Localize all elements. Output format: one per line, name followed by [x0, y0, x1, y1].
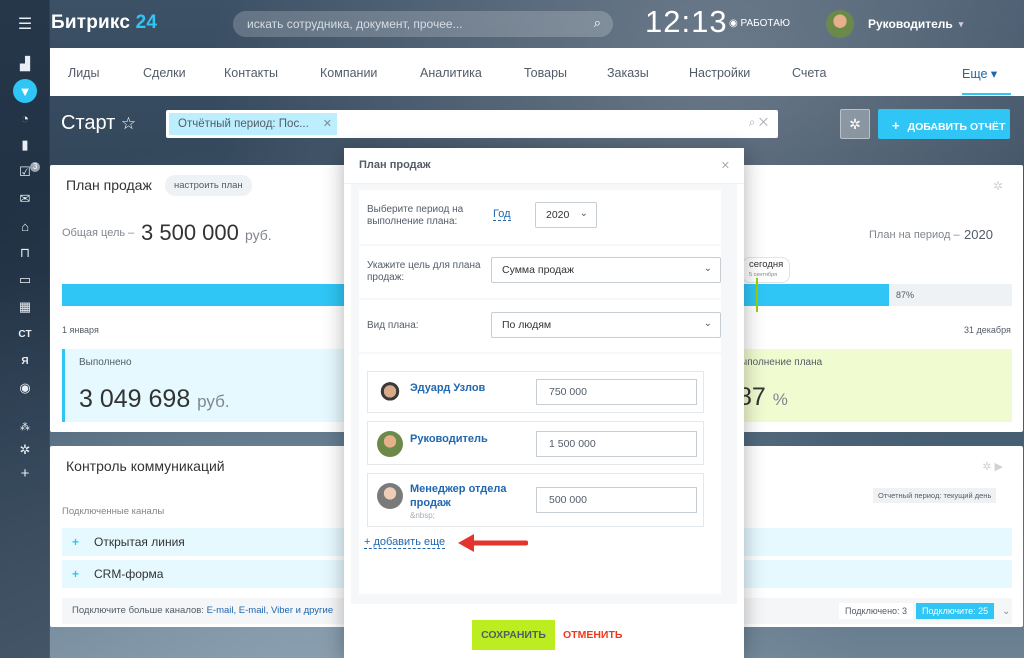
add-more-link[interactable]: + добавить еще: [364, 536, 446, 549]
store-icon[interactable]: ⌂: [13, 214, 37, 238]
employee-row: Руководитель 1 500 000: [367, 421, 704, 465]
arrow-annotation: [458, 534, 528, 552]
nav-leads[interactable]: Лиды: [68, 66, 99, 80]
calendar-icon[interactable]: ▭: [13, 268, 37, 292]
chevron-down-icon[interactable]: ⌄: [1002, 606, 1010, 617]
tasks-badge: 3: [30, 162, 41, 172]
nav-companies[interactable]: Компании: [320, 66, 377, 80]
today-marker: сегодня 5 сентября: [742, 257, 791, 283]
user-menu[interactable]: Руководитель ▾: [826, 10, 963, 38]
gear-icon: ✲: [849, 116, 861, 132]
goal-label: Общая цель –: [62, 227, 135, 239]
card-title: Контроль коммуникаций: [66, 458, 225, 474]
execution-box: ыполнение плана 87 %: [730, 349, 1012, 422]
logo[interactable]: Битрикс 24: [51, 12, 157, 34]
save-button[interactable]: СОХРАНИТЬ: [472, 620, 555, 650]
progress-percent: 87%: [896, 290, 915, 300]
top-nav: Лиды Сделки Контакты Компании Аналитика …: [50, 48, 1024, 96]
clock-icon[interactable]: ◔: [13, 106, 37, 130]
funnel-icon[interactable]: ▼: [13, 79, 37, 103]
plus-icon: +: [892, 118, 900, 133]
plan-type-section: Вид плана: По людям ⌄: [359, 300, 721, 352]
card-title: План продаж: [66, 177, 152, 193]
chevron-down-icon: ⌄: [579, 208, 588, 219]
nav-invoices[interactable]: Счета: [792, 66, 826, 80]
sitemap-icon[interactable]: ⁂: [13, 415, 37, 439]
plus-icon[interactable]: +: [13, 461, 37, 485]
robot-icon[interactable]: ▟: [13, 52, 37, 76]
cancel-button[interactable]: ОТМЕНИТЬ: [563, 629, 622, 641]
close-icon[interactable]: ✕: [323, 117, 332, 130]
footer-links[interactable]: E-mail, E-mail, Viber и другие: [207, 605, 334, 616]
goal-section: Укажите цель для плана продаж: Сумма про…: [359, 246, 721, 298]
cart-icon[interactable]: ⊓: [13, 241, 37, 265]
avatar: [377, 381, 403, 407]
amount-input[interactable]: 500 000: [536, 487, 697, 513]
sales-plan-dialog: План продаж ✕ Выберите период на выполне…: [344, 148, 744, 658]
nav-products[interactable]: Товары: [524, 66, 567, 80]
avatar: [377, 483, 403, 509]
period-section: Выберите период на выполнение плана: Год…: [359, 190, 721, 244]
nav-analytics[interactable]: Аналитика: [420, 66, 482, 80]
period-type-link[interactable]: Год: [493, 208, 511, 221]
plan-type-select[interactable]: По людям ⌄: [491, 312, 721, 338]
search-input[interactable]: искать сотрудника, документ, прочее... ⌕: [233, 11, 613, 37]
year-select[interactable]: 2020 ⌄: [535, 202, 597, 228]
employees-section: Эдуард Узлов 750 000 Руководитель 1 500 …: [359, 354, 721, 594]
chevron-down-icon: ⌄: [703, 263, 712, 274]
filter-input[interactable]: Отчётный период: Пос... ✕ ⌕ ✕: [166, 110, 778, 138]
mail-icon[interactable]: ✉: [13, 187, 37, 211]
gear-icon[interactable]: ✲ ▶: [982, 460, 1003, 473]
period-label: План на период –: [869, 229, 960, 241]
period-value: 2020: [964, 227, 993, 242]
page-title: Старт ☆: [61, 112, 137, 134]
ct-icon[interactable]: CT: [13, 322, 37, 346]
star-icon[interactable]: ☆: [121, 114, 136, 133]
employee-row: Эдуард Узлов 750 000: [367, 371, 704, 413]
chart-icon[interactable]: ▮: [13, 133, 37, 157]
end-date: 31 декабря: [964, 325, 1011, 335]
plus-icon: +: [72, 535, 80, 549]
avatar: [377, 431, 403, 457]
ya-icon[interactable]: Я: [13, 349, 37, 373]
channels-label: Подключенные каналы: [62, 506, 165, 517]
report-period-badge: Отчетный период: текущий день: [873, 488, 997, 503]
settings-button[interactable]: ✲: [840, 109, 870, 139]
amount-input[interactable]: 1 500 000: [536, 431, 697, 457]
nav-orders[interactable]: Заказы: [607, 66, 649, 80]
chevron-down-icon: ⌄: [703, 318, 712, 329]
check-circle-icon[interactable]: ◉: [13, 376, 37, 400]
connect-button[interactable]: Подключите: 25: [916, 603, 995, 619]
work-status[interactable]: ◉ РАБОТАЮ: [729, 18, 790, 29]
nav-settings[interactable]: Настройки: [689, 66, 750, 80]
filter-chip[interactable]: Отчётный период: Пос... ✕: [169, 113, 337, 135]
done-value: 3 049 698 руб.: [79, 385, 230, 413]
close-icon[interactable]: ✕: [721, 159, 730, 172]
search-icon[interactable]: ⌕ ✕: [749, 115, 768, 130]
gear-icon[interactable]: ✲: [13, 438, 37, 462]
start-date: 1 января: [62, 325, 99, 335]
nav-deals[interactable]: Сделки: [143, 66, 186, 80]
plus-icon: +: [72, 567, 80, 581]
goal-value: 3 500 000 руб.: [141, 220, 272, 245]
gear-icon[interactable]: ✲: [993, 179, 1003, 193]
avatar: [826, 10, 854, 38]
search-icon: ⌕: [593, 15, 601, 30]
grid-icon[interactable]: ▦: [13, 295, 37, 319]
nav-more[interactable]: Еще ▾: [962, 66, 1012, 95]
done-box: Выполнено 3 049 698 руб.: [62, 349, 387, 422]
goal-select[interactable]: Сумма продаж ⌄: [491, 257, 721, 283]
execution-value: 87 %: [738, 383, 788, 411]
dialog-title: План продаж: [344, 148, 744, 184]
today-line: [756, 278, 758, 312]
configure-plan-button[interactable]: настроить план: [165, 175, 252, 196]
add-report-button[interactable]: + ДОБАВИТЬ ОТЧЁТ: [878, 109, 1010, 139]
employee-row: Менеджер отдела продаж &nbsp; 500 000: [367, 473, 704, 527]
amount-input[interactable]: 750 000: [536, 379, 697, 405]
clock: 12:13: [645, 4, 728, 39]
connected-count: Подключено: 3: [839, 603, 914, 619]
menu-icon[interactable]: ☰: [13, 12, 37, 36]
left-sidebar: ☰ ▟ ▼ ◔ ▮ ☑ 3 ✉ ⌂ ⊓ ▭ ▦ CT Я ◉ ⁂ ✲ +: [0, 0, 50, 658]
nav-contacts[interactable]: Контакты: [224, 66, 278, 80]
